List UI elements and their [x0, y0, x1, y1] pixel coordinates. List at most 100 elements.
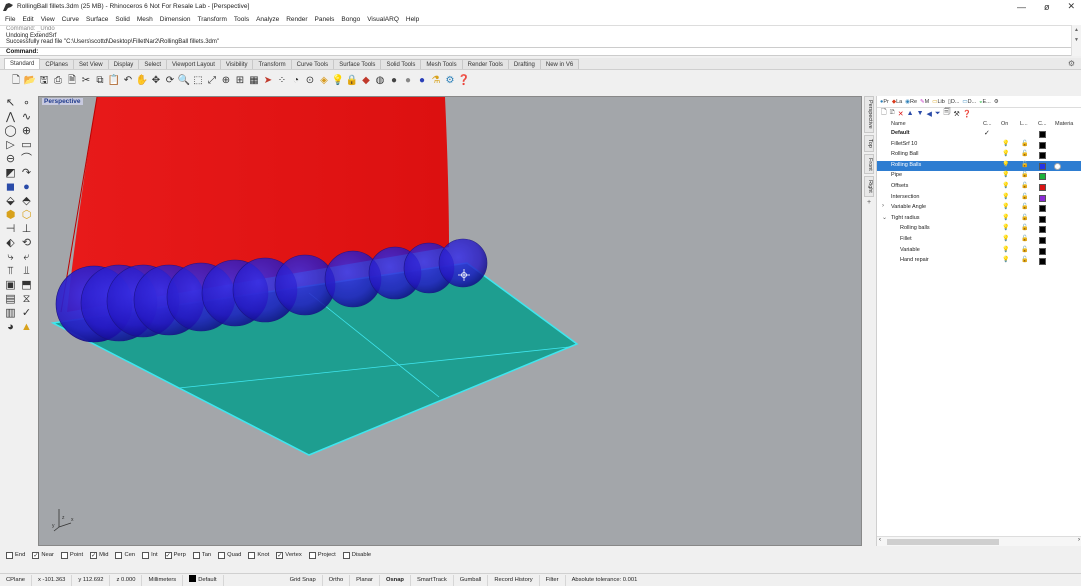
unlock-icon[interactable]: 🔓	[1021, 256, 1028, 263]
menu-dimension[interactable]: Dimension	[160, 16, 191, 23]
osnap-perp[interactable]: ✓ Perp	[164, 551, 186, 559]
layer-name[interactable]: Fillet	[900, 236, 912, 242]
array-icon[interactable]: ▤	[4, 293, 17, 306]
layer-states-icon[interactable]: 🗐	[944, 108, 951, 119]
check-icon[interactable]: ✓	[20, 307, 33, 320]
layer-row[interactable]: › Variable Angle 💡 🔓	[877, 203, 1081, 214]
zoom-window-icon[interactable]: ⬚	[192, 75, 204, 87]
cplane-icon[interactable]: ◔	[290, 75, 302, 87]
menu-analyze[interactable]: Analyze	[256, 16, 279, 23]
lightbulb-icon[interactable]: 💡	[1002, 161, 1009, 168]
menu-render[interactable]: Render	[286, 16, 307, 23]
tab-display[interactable]: ▯D...	[948, 99, 960, 105]
mirror-icon[interactable]: ⧖	[20, 293, 33, 306]
unlock-icon[interactable]: 🔓	[1021, 161, 1028, 168]
layer-color-swatch[interactable]	[1039, 258, 1046, 266]
analyze-icon[interactable]: ▥	[4, 307, 17, 320]
undo-icon[interactable]: ↶	[122, 75, 134, 87]
layer-color-swatch[interactable]	[1039, 236, 1046, 244]
layer-name[interactable]: Variable	[900, 247, 920, 253]
menu-visualarq[interactable]: VisualARQ	[367, 16, 399, 23]
minimize-button[interactable]: —	[1017, 2, 1026, 12]
rendered-sphere-icon[interactable]: ●	[402, 75, 414, 87]
current-layer-check-icon[interactable]: ✓	[984, 129, 990, 137]
sweep-icon[interactable]: ⟲	[20, 237, 33, 250]
restore-button[interactable]: ø	[1044, 2, 1050, 12]
tab-drafting[interactable]: Drafting	[507, 59, 541, 69]
filter-icon[interactable]: ⏷	[935, 110, 941, 118]
light-icon[interactable]: 💡	[332, 75, 344, 87]
tab-curve-tools[interactable]: Curve Tools	[290, 59, 335, 69]
point-icon[interactable]: ∘	[20, 97, 33, 110]
four-viewports-icon[interactable]: ▦	[248, 75, 260, 87]
osnap-near[interactable]: ✓ Near	[32, 551, 54, 559]
open-file-icon[interactable]: 📂	[24, 75, 36, 87]
trim-icon[interactable]: ⤶	[20, 251, 33, 264]
unlock-icon[interactable]: 🔓	[1021, 246, 1028, 253]
osnap-checkbox[interactable]	[60, 551, 68, 559]
osnap-knot[interactable]: Knot	[248, 551, 269, 559]
help-icon[interactable]: ❓	[963, 110, 972, 118]
layer-name[interactable]: Intersection	[891, 194, 919, 200]
layer-row[interactable]: Intersection 💡 🔓	[877, 193, 1081, 204]
new-file-icon[interactable]: 🗋	[10, 75, 22, 87]
column-material[interactable]: Materia	[1055, 121, 1073, 127]
tab-set-view[interactable]: Set View	[73, 59, 109, 69]
zoom-extents-icon[interactable]: ⤢	[206, 75, 218, 87]
column-lock[interactable]: L...	[1020, 121, 1028, 127]
osnap-vertex[interactable]: ✓ Vertex	[276, 551, 302, 559]
unlock-icon[interactable]: 🔓	[1021, 214, 1028, 221]
tab-materials[interactable]: ✎M	[920, 99, 929, 105]
move-down-icon[interactable]: ▼	[917, 110, 924, 117]
column-current[interactable]: C...	[983, 121, 992, 127]
layer-name[interactable]: Rolling balls	[900, 225, 930, 231]
units-label[interactable]: Millimeters	[142, 574, 184, 586]
osnap-int[interactable]: Int	[142, 551, 158, 559]
delete-layer-icon[interactable]: ✕	[898, 110, 904, 118]
osnap-checkbox[interactable]: ✓	[164, 551, 172, 559]
drafting-icon[interactable]: ▲	[20, 321, 33, 334]
print-icon[interactable]: ⎙	[52, 75, 64, 87]
layer-color-swatch[interactable]	[1039, 194, 1046, 202]
osnap-checkbox[interactable]	[342, 551, 350, 559]
layer-color-swatch[interactable]	[1039, 162, 1046, 170]
viewport-tab-perspective[interactable]: Perspective	[864, 96, 874, 133]
zoom-all-icon[interactable]: ⊞	[234, 75, 246, 87]
lightbulb-icon[interactable]: 💡	[1002, 256, 1009, 263]
lightbulb-icon[interactable]: 💡	[1002, 140, 1009, 147]
status-toggle-record-history[interactable]: Record History	[488, 574, 540, 586]
command-line-input[interactable]: Command:	[0, 47, 1071, 56]
lightbulb-icon[interactable]: 💡	[1002, 150, 1009, 157]
layer-row[interactable]: Fillet 💡 🔓	[877, 235, 1081, 246]
join-icon[interactable]: ⫪	[4, 265, 17, 278]
layer-list-scrollbar[interactable]: ‹ ›	[877, 536, 1081, 546]
osnap-checkbox[interactable]: ✓	[276, 551, 284, 559]
status-toggle-grid-snap[interactable]: Grid Snap	[284, 574, 323, 586]
new-sublayer-icon[interactable]: 🗈	[890, 108, 895, 119]
layer-color-swatch[interactable]	[1039, 215, 1046, 223]
layer-name[interactable]: Variable Angle	[891, 204, 926, 210]
layer-name[interactable]: Default	[891, 130, 910, 136]
tab-new-in-v6[interactable]: New in V6	[539, 59, 580, 69]
solid-sphere-icon[interactable]: ●	[20, 181, 33, 194]
select-icon[interactable]: ➤	[262, 75, 274, 87]
tab-display[interactable]: Display	[107, 59, 140, 69]
add-viewport-icon[interactable]: +	[862, 199, 876, 206]
current-layer[interactable]: Default	[183, 574, 224, 586]
render-icon[interactable]: ●	[416, 75, 428, 87]
loft-icon[interactable]: ⬘	[20, 195, 33, 208]
menu-transform[interactable]: Transform	[198, 16, 227, 23]
menu-view[interactable]: View	[41, 16, 55, 23]
move-icon[interactable]: ✥	[150, 75, 162, 87]
boolean-icon[interactable]: ⬢	[4, 209, 17, 222]
rectangle-icon[interactable]: ▭	[20, 139, 33, 152]
viewport-tab-front[interactable]: Front	[864, 153, 874, 175]
lock-icon[interactable]: 🔒	[346, 75, 358, 87]
column-on[interactable]: On	[1001, 121, 1008, 127]
shaded-sphere-icon[interactable]: ●	[388, 75, 400, 87]
unlock-icon[interactable]: 🔓	[1021, 224, 1028, 231]
tab-solid-tools[interactable]: Solid Tools	[380, 59, 422, 69]
lightbulb-icon[interactable]: 💡	[1002, 246, 1009, 253]
layer-name[interactable]: Rolling Ball	[891, 151, 919, 157]
viewport-tab-top[interactable]: Top	[864, 134, 874, 152]
